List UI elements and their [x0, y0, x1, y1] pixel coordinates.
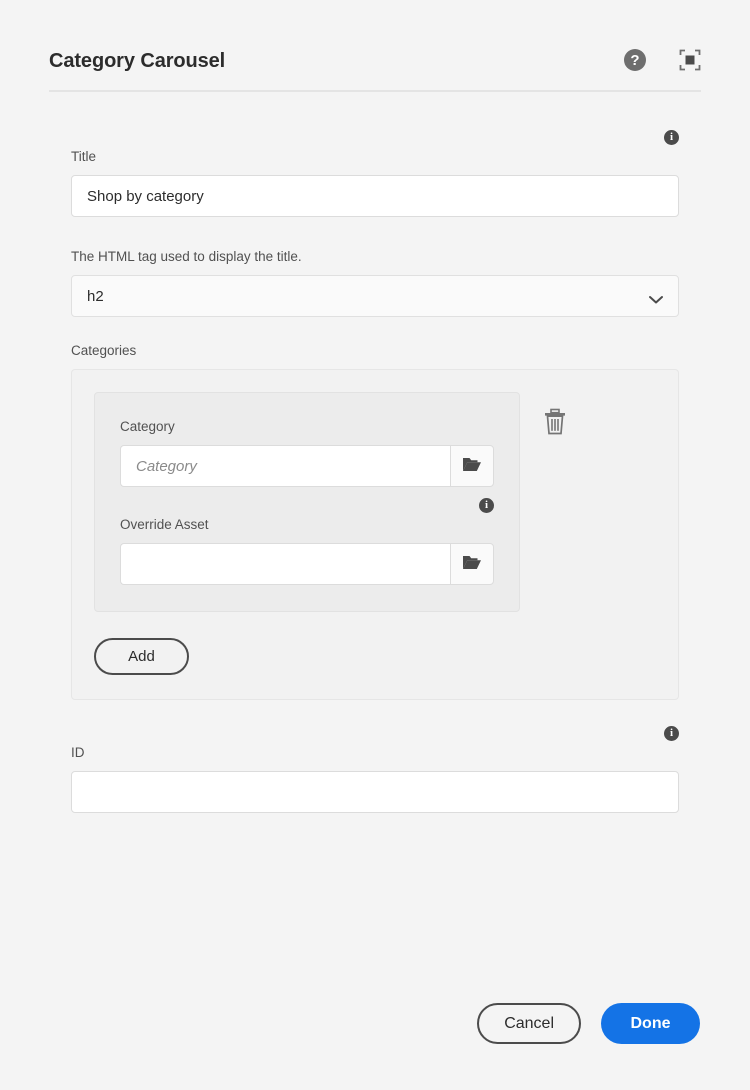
trash-icon [543, 408, 567, 439]
done-button[interactable]: Done [601, 1003, 700, 1044]
dialog-body: i Title The HTML tag used to display the… [71, 130, 679, 813]
id-field: i ID [71, 726, 679, 813]
override-asset-input[interactable] [120, 543, 450, 585]
category-label: Category [120, 419, 494, 434]
delete-category-button[interactable] [542, 408, 568, 438]
category-browse-button[interactable] [450, 445, 494, 487]
fullscreen-icon [679, 49, 701, 71]
category-input[interactable] [120, 445, 450, 487]
page-title: Category Carousel [49, 51, 225, 77]
html-tag-select[interactable]: h2 [71, 275, 679, 317]
override-asset-info-row: i [120, 498, 494, 514]
categories-multifield: Category [71, 369, 679, 700]
info-icon[interactable]: i [664, 726, 679, 741]
help-circle-icon: ? [624, 49, 646, 71]
dialog-footer: Cancel Done [477, 1003, 700, 1044]
override-asset-browse-button[interactable] [450, 543, 494, 585]
html-tag-selected-value: h2 [87, 288, 104, 305]
category-picker [120, 445, 494, 487]
folder-open-icon [462, 554, 482, 574]
id-label: ID [71, 745, 679, 760]
override-asset-label: Override Asset [120, 517, 494, 532]
title-label: Title [71, 149, 679, 164]
category-item: Category [94, 392, 520, 612]
category-item-row: Category [94, 392, 656, 612]
id-input[interactable] [71, 771, 679, 813]
html-tag-select-wrap: h2 [71, 275, 679, 317]
title-input[interactable] [71, 175, 679, 217]
category-carousel-dialog: Category Carousel ? [0, 0, 750, 1090]
spacer [71, 317, 679, 343]
info-icon[interactable]: i [664, 130, 679, 145]
cancel-button[interactable]: Cancel [477, 1003, 581, 1044]
override-asset-picker [120, 543, 494, 585]
spacer [71, 700, 679, 726]
categories-field: Categories Category [71, 343, 679, 700]
categories-label: Categories [71, 343, 679, 358]
help-button[interactable]: ? [624, 49, 646, 71]
title-field: i Title [71, 130, 679, 217]
id-info-row: i [71, 726, 679, 742]
html-tag-field: The HTML tag used to display the title. … [71, 249, 679, 317]
fullscreen-button[interactable] [679, 49, 701, 71]
spacer [71, 217, 679, 249]
folder-open-icon [462, 456, 482, 476]
dialog-header: Category Carousel ? [49, 38, 701, 92]
html-tag-label: The HTML tag used to display the title. [71, 249, 679, 264]
title-info-row: i [71, 130, 679, 146]
header-actions: ? [624, 49, 701, 79]
add-category-button[interactable]: Add [94, 638, 189, 675]
info-icon[interactable]: i [479, 498, 494, 513]
